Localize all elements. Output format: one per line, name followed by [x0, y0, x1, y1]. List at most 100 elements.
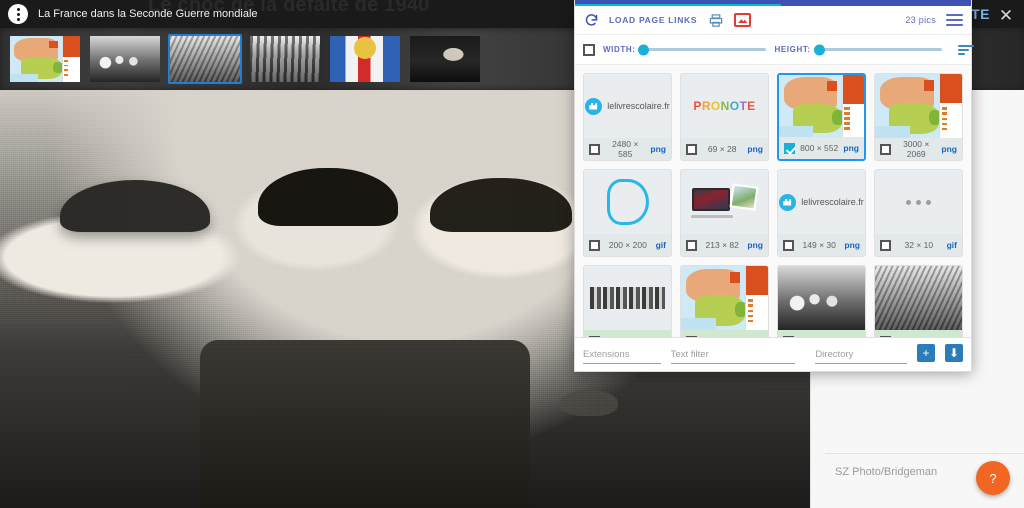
image-meta: 300 × 209jpg: [778, 330, 865, 337]
image-select-checkbox[interactable]: [880, 143, 891, 155]
hamburger-menu-icon[interactable]: [946, 14, 963, 26]
credit-divider: [825, 453, 1024, 454]
image-card[interactable]: 2000 × 200jpg: [583, 265, 672, 337]
image-select-checkbox[interactable]: [784, 142, 795, 154]
exodus-photo: [778, 266, 865, 330]
image-select-checkbox[interactable]: [783, 239, 794, 251]
image-meta: 500 × 345png: [681, 330, 768, 337]
panel-filters: WIDTH: HEIGHT:: [575, 35, 974, 65]
image-meta: 200 × 200 gif: [584, 234, 671, 256]
image-preview[interactable]: [779, 75, 864, 137]
image-extension: png: [747, 240, 763, 250]
image-card[interactable]: 3000 × 2069 png: [874, 73, 963, 161]
thumbnail-item-parade[interactable]: [248, 34, 322, 84]
montoire-photo: [875, 266, 962, 330]
image-meta: 2480 × 585 png: [584, 138, 671, 160]
picture-icon[interactable]: [734, 13, 752, 27]
select-all-checkbox[interactable]: [583, 43, 595, 56]
pronote-logo-part2: TE: [971, 6, 990, 22]
text-filter-input[interactable]: Text filter: [670, 349, 796, 364]
image-dimensions: 200 × 200: [608, 240, 647, 250]
image-preview[interactable]: [584, 266, 671, 330]
panel-footer: Extensions Text filter Directory + ⬇: [575, 337, 971, 371]
close-icon[interactable]: ✕: [994, 4, 1018, 28]
image-card[interactable]: 200 × 200 gif: [583, 169, 672, 257]
image-credit: SZ Photo/Bridgeman: [835, 466, 938, 478]
kebab-menu-icon[interactable]: [8, 4, 28, 24]
image-extension: gif: [655, 240, 666, 250]
width-label: WIDTH:: [603, 45, 636, 54]
image-select-checkbox[interactable]: [589, 239, 600, 251]
load-page-links-button[interactable]: LOAD PAGE LINKS: [609, 15, 697, 25]
download-button[interactable]: ⬇: [945, 344, 963, 362]
sort-icon[interactable]: [957, 44, 974, 55]
reload-icon[interactable]: [583, 12, 599, 28]
panel-toolbar: LOAD PAGE LINKS 23 pics: [575, 6, 971, 35]
extensions-input[interactable]: Extensions: [583, 349, 661, 364]
image-preview[interactable]: lelivrescolaire.fr: [778, 170, 865, 234]
image-select-checkbox[interactable]: [589, 143, 600, 155]
add-button[interactable]: +: [917, 344, 935, 362]
image-downloader-panel: LOAD PAGE LINKS 23 pics WIDTH: HEIGHT: l…: [574, 0, 974, 372]
france-zones-map: [875, 74, 962, 138]
image-card[interactable]: lelivrescolaire.fr 2480 × 585 png: [583, 73, 672, 161]
image-grid-wrapper: lelivrescolaire.fr 2480 × 585 png PRONOTE 69…: [575, 65, 971, 337]
printer-icon[interactable]: [707, 13, 724, 28]
lelivrescolaire-mark-icon: [585, 97, 603, 115]
france-zones-map: [681, 266, 768, 330]
image-preview[interactable]: PRONOTE: [681, 74, 768, 138]
image-card[interactable]: 213 × 82 png: [680, 169, 769, 257]
image-card[interactable]: lelivrescolaire.fr 149 × 30 png: [777, 169, 866, 257]
image-preview[interactable]: lelivrescolaire.fr: [584, 74, 671, 138]
image-extension: png: [844, 240, 860, 250]
pronote-wordmark: PRONOTE: [693, 99, 756, 113]
banner-strip-image: [590, 287, 665, 309]
image-select-checkbox[interactable]: [686, 239, 697, 251]
image-meta: 69 × 28 png: [681, 138, 768, 160]
thumbnail-item-poster[interactable]: [328, 34, 402, 84]
height-label: HEIGHT:: [774, 45, 811, 54]
image-grid: lelivrescolaire.fr 2480 × 585 png PRONOTE 69…: [583, 73, 963, 337]
image-extension: png: [747, 144, 763, 154]
image-card[interactable]: 300 × 209jpg: [777, 265, 866, 337]
image-card[interactable]: 500 × 345png: [680, 265, 769, 337]
lelivrescolaire-wordmark: lelivrescolaire.fr: [607, 101, 670, 111]
image-card[interactable]: 300 × 199jpg: [874, 265, 963, 337]
image-card[interactable]: 32 × 10 gif: [874, 169, 963, 257]
width-slider[interactable]: [638, 44, 767, 55]
image-preview[interactable]: [875, 266, 962, 330]
image-preview[interactable]: [875, 170, 962, 234]
progress-segment-b: [780, 0, 971, 6]
image-extension: gif: [946, 240, 957, 250]
devices-illustration: [690, 183, 759, 220]
image-extension: png: [650, 144, 666, 154]
width-slider-knob[interactable]: [638, 44, 650, 55]
image-meta: 213 × 82 png: [681, 234, 768, 256]
lelivrescolaire-logo: lelivrescolaire.fr: [585, 97, 670, 115]
image-dimensions: 32 × 10: [904, 240, 934, 250]
height-slider-knob[interactable]: [813, 44, 825, 55]
thumbnail-item-map[interactable]: [8, 34, 82, 84]
lelivrescolaire-mark-icon: [779, 193, 797, 211]
image-meta: 149 × 30 png: [778, 234, 865, 256]
image-card[interactable]: PRONOTE 69 × 28 png: [680, 73, 769, 161]
image-preview[interactable]: [681, 170, 768, 234]
image-preview[interactable]: [584, 170, 671, 234]
height-slider[interactable]: [813, 44, 942, 55]
image-card[interactable]: 800 × 552 png: [777, 73, 866, 161]
image-preview[interactable]: [778, 266, 865, 330]
image-preview[interactable]: [875, 74, 962, 138]
image-meta: 300 × 199jpg: [875, 330, 962, 337]
image-dimensions: 213 × 82: [705, 240, 739, 250]
image-select-checkbox[interactable]: [880, 239, 891, 251]
help-button[interactable]: ?: [976, 461, 1010, 495]
image-dimensions: 149 × 30: [802, 240, 836, 250]
image-meta: 2000 × 200jpg: [584, 330, 671, 337]
thumbnail-item-montoire[interactable]: [168, 34, 242, 84]
image-select-checkbox[interactable]: [686, 143, 697, 155]
thumbnail-item-exodus[interactable]: [88, 34, 162, 84]
directory-input[interactable]: Directory: [815, 349, 907, 364]
thumbnail-item-portrait[interactable]: [408, 34, 482, 84]
image-preview[interactable]: [681, 266, 768, 330]
pic-count-label: 23 pics: [905, 15, 936, 25]
